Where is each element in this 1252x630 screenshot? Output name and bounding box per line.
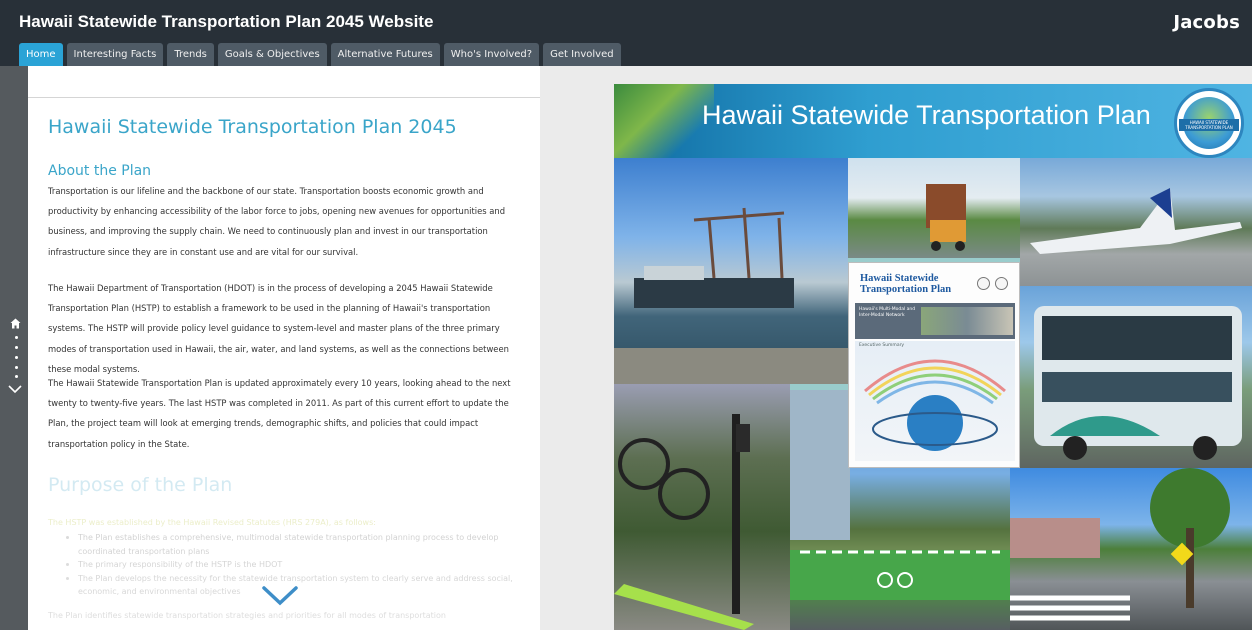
hstp-logo: HAWAII STATEWIDE TRANSPORTATION PLAN xyxy=(1174,88,1244,158)
cover-subtitle: Hawaii's Multi-Modal and Inter-Modal Net… xyxy=(859,307,916,318)
photo-bikeshare-scooter xyxy=(614,384,790,630)
photo-airport-planes xyxy=(1020,158,1252,286)
page-title: Hawaii Statewide Transportation Plan 204… xyxy=(48,116,457,138)
about-paragraph: The Hawaii Statewide Transportation Plan… xyxy=(48,378,511,449)
tab-bar: Home Interesting Facts Trends Goals & Ob… xyxy=(19,43,621,66)
tab-trends[interactable]: Trends xyxy=(167,43,214,66)
story-navigation-rail xyxy=(0,66,28,630)
nav-dot[interactable] xyxy=(15,336,18,339)
cover-thumbnails xyxy=(921,307,1013,335)
photo-town-crosswalk xyxy=(1010,468,1252,630)
list-item: The Plan establishes a comprehensive, mu… xyxy=(66,531,520,558)
tab-goals-objectives[interactable]: Goals & Objectives xyxy=(217,43,327,66)
purpose-trailing-text: The Plan identifies statewide transporta… xyxy=(48,611,446,620)
app-header: Hawaii Statewide Transportation Plan 204… xyxy=(0,0,1252,66)
cover-globe-area xyxy=(855,341,1015,461)
banner-title: Hawaii Statewide Transportation Plan xyxy=(702,100,1151,130)
about-paragraph: Transportation is our lifeline and the b… xyxy=(48,186,506,257)
tab-interesting-facts[interactable]: Interesting Facts xyxy=(66,43,164,66)
tab-alternative-futures[interactable]: Alternative Futures xyxy=(330,43,440,66)
nav-dot[interactable] xyxy=(15,375,18,378)
about-heading: About the Plan xyxy=(48,163,152,179)
list-item: The primary responsibility of the HSTP i… xyxy=(66,558,520,572)
photo-harbor-cranes xyxy=(614,158,848,384)
brand-logo[interactable]: Jacobs xyxy=(1173,12,1240,33)
seal-icon xyxy=(995,277,1008,290)
tab-whos-involved[interactable]: Who's Involved? xyxy=(443,43,540,66)
about-paragraph: The Hawaii Department of Transportation … xyxy=(48,283,509,374)
hero-collage-image: Hawaii Statewide Transportation Plan HAW… xyxy=(614,84,1252,630)
chevron-down-icon[interactable] xyxy=(8,384,22,394)
scroll-down-icon[interactable] xyxy=(260,584,300,608)
cover-title: Hawaii Statewide Transportation Plan xyxy=(860,273,952,295)
logo-text: HAWAII STATEWIDE TRANSPORTATION PLAN xyxy=(1185,120,1233,130)
nav-dot[interactable] xyxy=(15,356,18,359)
cover-section-label: Executive Summary xyxy=(859,343,905,348)
purpose-heading: Purpose of the Plan xyxy=(48,474,233,496)
executive-summary-cover: Hawaii Statewide Transportation Plan Haw… xyxy=(848,262,1020,468)
purpose-intro: The HSTP was established by the Hawaii R… xyxy=(48,518,376,527)
photo-truck xyxy=(848,158,1020,258)
photo-city-bus xyxy=(1020,286,1252,474)
home-icon[interactable] xyxy=(10,318,21,329)
agency-logos xyxy=(973,277,1013,291)
tab-home[interactable]: Home xyxy=(19,43,63,66)
tab-get-involved[interactable]: Get Involved xyxy=(543,43,621,66)
collage-banner: Hawaii Statewide Transportation Plan HAW… xyxy=(614,84,1252,158)
divider xyxy=(28,97,540,98)
nav-dot[interactable] xyxy=(15,346,18,349)
nav-dot[interactable] xyxy=(15,366,18,369)
app-title: Hawaii Statewide Transportation Plan 204… xyxy=(19,12,434,31)
island-graphic xyxy=(614,84,714,158)
seal-icon xyxy=(977,277,990,290)
content-panel: Hawaii Statewide Transportation Plan 204… xyxy=(28,66,540,630)
